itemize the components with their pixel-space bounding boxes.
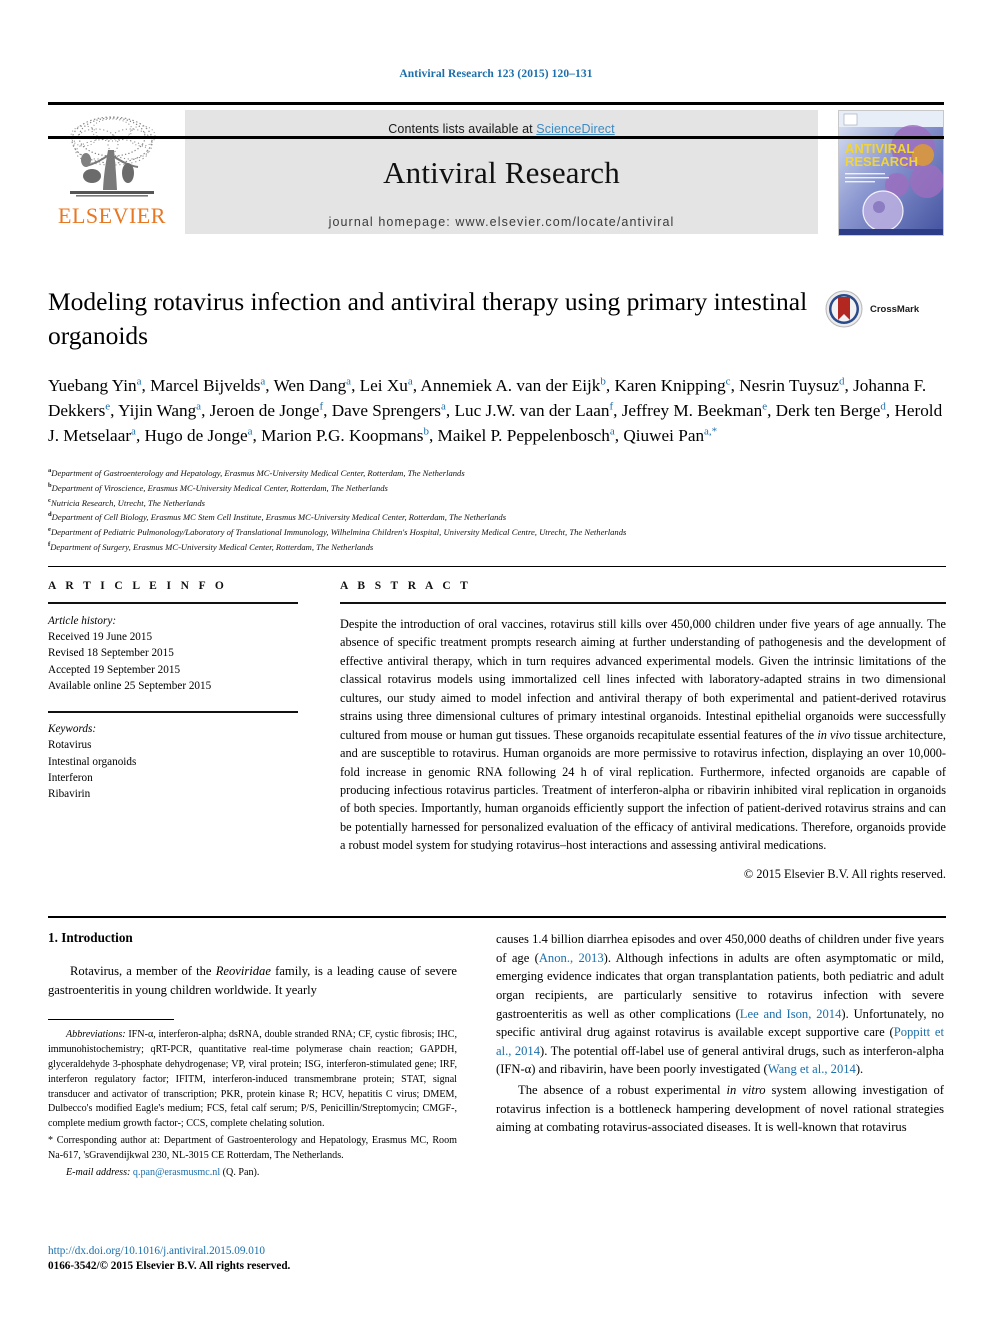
article-history-item: Received 19 June 2015	[48, 631, 153, 644]
svg-text:RESEARCH: RESEARCH	[845, 154, 918, 169]
article-history-item: Revised 18 September 2015	[48, 647, 174, 660]
abstract-text: Despite the introduction of oral vaccine…	[340, 617, 947, 853]
keyword-item: Interferon	[48, 771, 93, 784]
article-info-column: A R T I C L E I N F O Article history: R…	[48, 580, 298, 802]
running-head: Antiviral Research 123 (2015) 120–131	[399, 68, 593, 80]
contents-line: Contents lists available at ScienceDirec…	[185, 110, 818, 136]
body-column-left: 1. Introduction Rotavirus, a member of t…	[48, 930, 457, 1183]
section-heading-introduction: 1. Introduction	[48, 930, 133, 945]
affiliation-item: fDepartment of Surgery, Erasmus MC-Unive…	[48, 540, 374, 552]
sciencedirect-link[interactable]: ScienceDirect	[536, 122, 614, 136]
article-history-item: Available online 25 September 2015	[48, 679, 212, 692]
paper-page: Antiviral Research 123 (2015) 120–131 EL…	[0, 0, 992, 1323]
crossmark-label: CrossMark	[870, 303, 920, 315]
journal-homepage[interactable]: journal homepage: www.elsevier.com/locat…	[185, 215, 818, 229]
info-top-rule	[48, 566, 946, 567]
footnote-abbreviations: Abbreviations: IFN-α, interferon-alpha; …	[48, 1029, 457, 1130]
intro-paragraph-left: Rotavirus, a member of the Reoviridae fa…	[48, 964, 458, 997]
journal-name: Antiviral Research	[383, 155, 620, 190]
footnote-divider	[48, 1019, 174, 1021]
affiliation-item: bDepartment of Viroscience, Erasmus MC-U…	[48, 481, 388, 493]
doi-link[interactable]: http://dx.doi.org/10.1016/j.antiviral.20…	[48, 1244, 468, 1259]
affiliation-item: cNutricia Research, Utrecht, The Netherl…	[48, 496, 205, 508]
abstract-heading: A B S T R A C T	[340, 580, 472, 592]
keywords-rule	[48, 711, 298, 714]
article-history-label: Article history:	[48, 615, 117, 627]
info-bottom-rule	[48, 916, 946, 918]
keyword-item: Rotavirus	[48, 739, 92, 752]
issn-copyright: 0166-3542/© 2015 Elsevier B.V. All right…	[48, 1260, 291, 1273]
footnote-corresponding-author: * Corresponding author at: Department of…	[48, 1135, 457, 1161]
elsevier-logo: ELSEVIER	[48, 110, 176, 234]
affiliation-item: eDepartment of Pediatric Pulmonology/Lab…	[48, 526, 627, 537]
masthead-top-rule	[48, 102, 944, 105]
page-footer: http://dx.doi.org/10.1016/j.antiviral.20…	[48, 1244, 468, 1274]
journal-masthead: ELSEVIER Contents lists available at Sci…	[48, 102, 944, 236]
abstract-rule	[340, 602, 946, 604]
affiliation-item: dDepartment of Cell Biology, Erasmus MC …	[48, 511, 507, 523]
abstract-copyright: © 2015 Elsevier B.V. All rights reserved…	[743, 866, 946, 881]
affiliation-list: aDepartment of Gastroenterology and Hepa…	[48, 466, 946, 555]
journal-cover-thumbnail: ANTIVIRAL RESEARCH	[838, 110, 944, 236]
article-info-rule	[48, 602, 298, 604]
article-info-heading: A R T I C L E I N F O	[48, 580, 228, 592]
keywords: Keywords: Rotavirus Intestinal organoids I…	[48, 721, 298, 802]
article-history-item: Accepted 19 September 2015	[48, 663, 181, 676]
keyword-items: Rotavirus Intestinal organoids Interferon R…	[48, 737, 298, 802]
masthead-bottom-rule	[48, 136, 944, 139]
intro-paragraph-right-1: causes 1.4 billion diarrhea episodes and…	[496, 932, 944, 1077]
keywords-label: Keywords:	[48, 723, 97, 736]
contents-prefix: Contents lists available at	[388, 122, 537, 136]
elsevier-tree-icon	[70, 116, 156, 197]
masthead-band: Contents lists available at ScienceDirec…	[185, 110, 818, 234]
abstract-column: A B S T R A C T Despite the introduction…	[340, 580, 946, 882]
footnote-email: E-mail address: q.pan@erasmusmc.nl (Q. P…	[66, 1166, 260, 1178]
author-list: Yuebang Yina, Marcel Bijveldsa, Wen Dang…	[48, 375, 943, 445]
article-history-items: Received 19 June 2015 Revised 18 Septembe…	[48, 629, 298, 694]
title-wrapper: Modeling rotavirus infection and antivir…	[48, 285, 808, 352]
elsevier-wordmark: ELSEVIER	[58, 203, 166, 228]
intro-paragraph-right-2: The absence of a robust experimental in …	[496, 1083, 945, 1135]
page-title: Modeling rotavirus infection and antivir…	[48, 287, 808, 350]
crossmark-icon	[825, 290, 863, 328]
crossmark-badge[interactable]: CrossMark	[824, 287, 946, 331]
affiliation-item: aDepartment of Gastroenterology and Hepa…	[48, 467, 465, 478]
keyword-item: Intestinal organoids	[48, 755, 137, 768]
journal-cover-art: ANTIVIRAL RESEARCH	[839, 111, 943, 235]
body-column-right: causes 1.4 billion diarrhea episodes and…	[496, 930, 944, 1139]
keyword-item: Ribavirin	[48, 788, 91, 801]
article-history: Article history: Received 19 June 2015 Re…	[48, 613, 298, 694]
